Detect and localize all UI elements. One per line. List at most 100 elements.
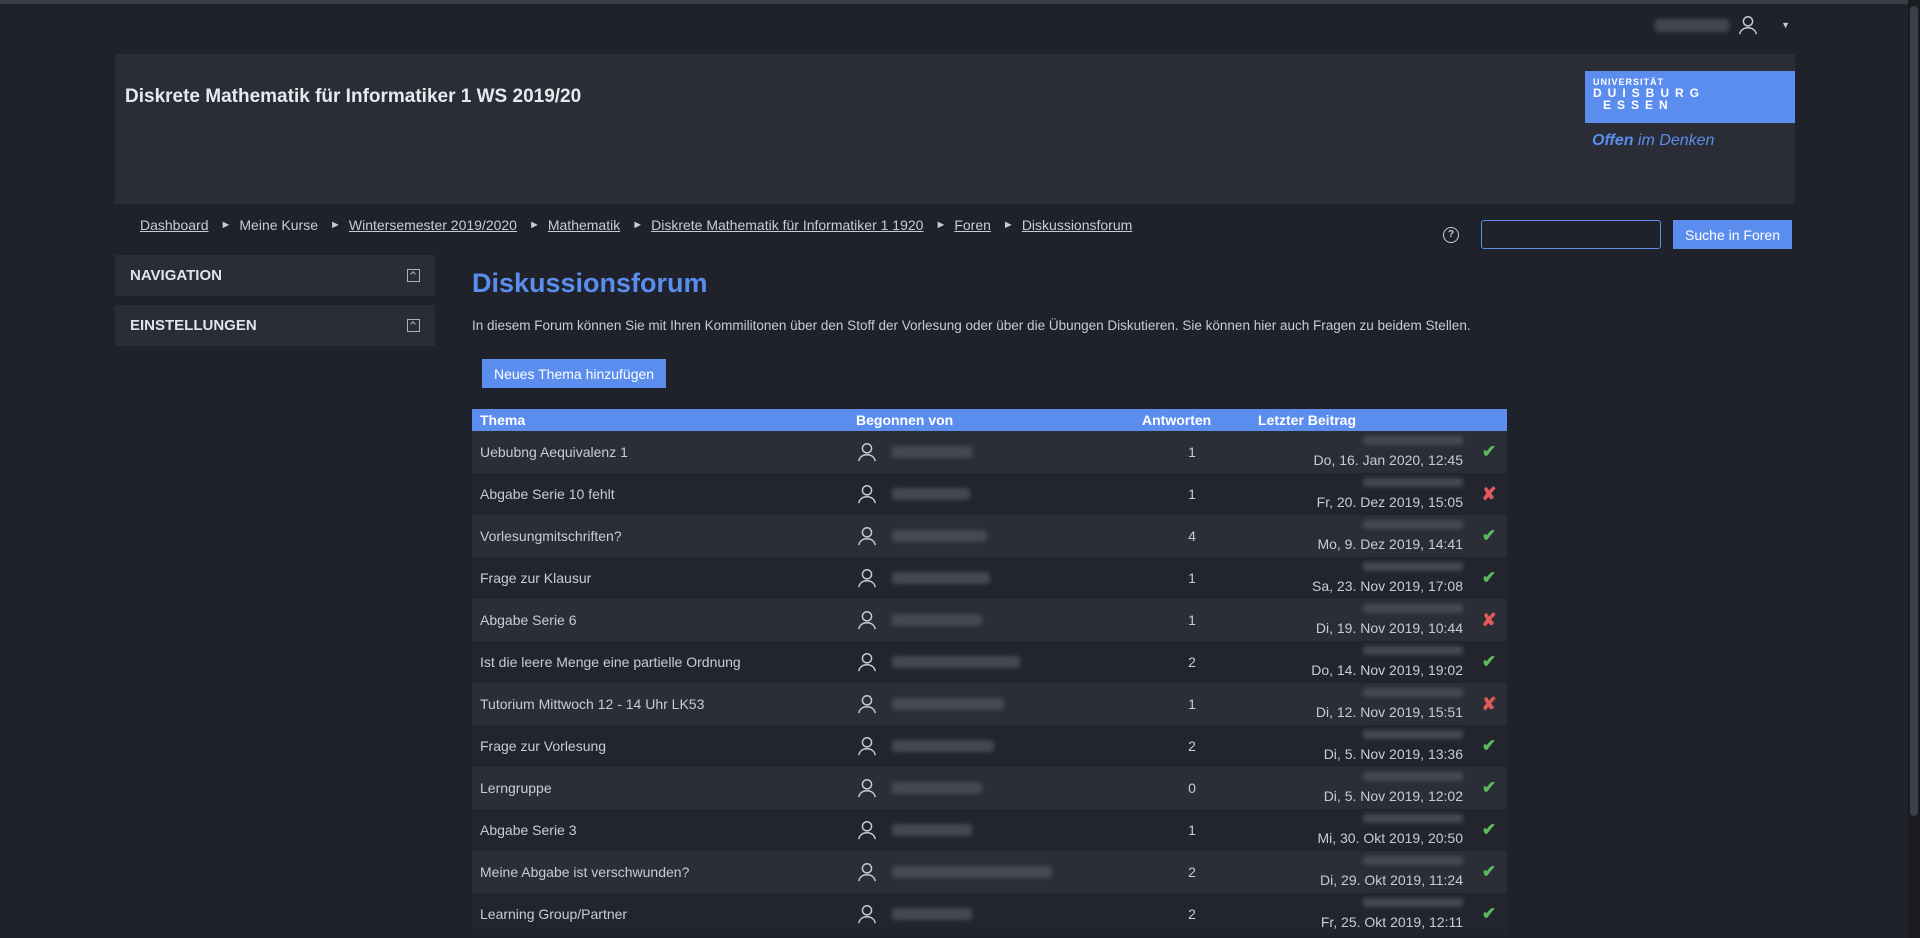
- topic-link[interactable]: Abgabe Serie 6: [472, 599, 848, 641]
- author-name-redacted[interactable]: [892, 572, 990, 584]
- last-post-date[interactable]: Sa, 23. Nov 2019, 17:08: [1312, 578, 1463, 594]
- topic-link[interactable]: Ist die leere Menge eine partielle Ordnu…: [472, 641, 848, 683]
- replies-count[interactable]: 0: [1134, 767, 1250, 809]
- search-forums-button[interactable]: Suche in Foren: [1673, 220, 1792, 249]
- subscribed-check-icon[interactable]: ✔: [1482, 736, 1496, 755]
- replies-count[interactable]: 1: [1134, 557, 1250, 599]
- last-post-date[interactable]: Di, 5. Nov 2019, 12:02: [1324, 788, 1463, 804]
- replies-count[interactable]: 1: [1134, 683, 1250, 725]
- author-name-redacted[interactable]: [892, 446, 972, 458]
- subscribed-check-icon[interactable]: ✔: [1482, 778, 1496, 797]
- topic-link[interactable]: Vorlesungmitschriften?: [472, 515, 848, 557]
- subscribed-check-icon[interactable]: ✔: [1482, 652, 1496, 671]
- user-menu[interactable]: ▼: [1655, 14, 1790, 36]
- replies-count[interactable]: 2: [1134, 851, 1250, 893]
- last-post-author-redacted[interactable]: [1363, 814, 1463, 823]
- last-post-author-redacted[interactable]: [1363, 898, 1463, 907]
- topic-link[interactable]: Frage zur Klausur: [472, 557, 848, 599]
- unsubscribed-cross-icon[interactable]: ✘: [1481, 694, 1496, 714]
- author-name-redacted[interactable]: [892, 866, 1052, 878]
- last-post-date[interactable]: Di, 19. Nov 2019, 10:44: [1316, 620, 1463, 636]
- last-post-author-redacted[interactable]: [1363, 562, 1463, 571]
- last-post-date[interactable]: Do, 16. Jan 2020, 12:45: [1314, 452, 1463, 468]
- last-post-date[interactable]: Do, 14. Nov 2019, 19:02: [1311, 662, 1463, 678]
- header-replies[interactable]: Antworten: [1134, 409, 1250, 431]
- last-post-author-redacted[interactable]: [1363, 856, 1463, 865]
- unsubscribed-cross-icon[interactable]: ✘: [1481, 484, 1496, 504]
- topic-link[interactable]: Lerngruppe: [472, 767, 848, 809]
- breadcrumb-course[interactable]: Diskrete Mathematik für Informatiker 1 1…: [651, 217, 923, 233]
- breadcrumb-forums[interactable]: Foren: [954, 217, 991, 233]
- breadcrumb-dashboard[interactable]: Dashboard: [140, 217, 209, 233]
- table-row[interactable]: Frage zur Klausur 1 Sa, 23. Nov 2019, 17:0…: [472, 557, 1507, 599]
- table-row[interactable]: Vorlesungmitschriften? 4 Mo, 9. Dez 2019, …: [472, 515, 1507, 557]
- replies-count[interactable]: 1: [1134, 599, 1250, 641]
- table-row[interactable]: Tutorium Mittwoch 12 - 14 Uhr LK53 1 Di, 1…: [472, 683, 1507, 725]
- author-name-redacted[interactable]: [892, 698, 1004, 710]
- last-post-author-redacted[interactable]: [1363, 478, 1463, 487]
- author-name-redacted[interactable]: [892, 908, 972, 920]
- replies-count[interactable]: 1: [1134, 431, 1250, 473]
- last-post-author-redacted[interactable]: [1363, 646, 1463, 655]
- header-started-by[interactable]: Begonnen von: [848, 409, 1134, 431]
- settings-block[interactable]: EINSTELLUNGEN: [115, 305, 435, 346]
- topic-link[interactable]: Uebubng Aequivalenz 1: [472, 431, 848, 473]
- table-row[interactable]: Frage zur Vorlesung 2 Di, 5. Nov 2019, 13:…: [472, 725, 1507, 767]
- navigation-block[interactable]: NAVIGATION: [115, 255, 435, 296]
- author-name-redacted[interactable]: [892, 488, 970, 500]
- subscribed-check-icon[interactable]: ✔: [1482, 820, 1496, 839]
- search-input[interactable]: [1481, 220, 1662, 249]
- table-row[interactable]: Meine Abgabe ist verschwunden? 2 Di, 29. O…: [472, 851, 1507, 893]
- last-post-author-redacted[interactable]: [1363, 520, 1463, 529]
- dock-block-icon[interactable]: [407, 319, 420, 332]
- table-row[interactable]: Abgabe Serie 10 fehlt 1 Fr, 20. Dez 2019, …: [472, 473, 1507, 515]
- author-name-redacted[interactable]: [892, 614, 982, 626]
- replies-count[interactable]: 2: [1134, 893, 1250, 935]
- author-name-redacted[interactable]: [892, 782, 982, 794]
- header-last-post[interactable]: Letzter Beitrag: [1250, 409, 1471, 431]
- last-post-date[interactable]: Mo, 9. Dez 2019, 14:41: [1317, 536, 1463, 552]
- replies-count[interactable]: 4: [1134, 515, 1250, 557]
- university-logo[interactable]: UNIVERSITÄT DUISBURG ESSEN Offen im Denk…: [1585, 71, 1795, 150]
- dock-block-icon[interactable]: [407, 269, 420, 282]
- author-name-redacted[interactable]: [892, 740, 994, 752]
- author-name-redacted[interactable]: [892, 530, 987, 542]
- caret-down-icon[interactable]: ▼: [1781, 20, 1790, 30]
- scrollbar-thumb[interactable]: [1910, 6, 1918, 816]
- table-row[interactable]: Abgabe Serie 6 1 Di, 19. Nov 2019, 10:44 ✘: [472, 599, 1507, 641]
- last-post-date[interactable]: Di, 5. Nov 2019, 13:36: [1324, 746, 1463, 762]
- topic-link[interactable]: Frage zur Vorlesung: [472, 725, 848, 767]
- table-row[interactable]: Lerngruppe 0 Di, 5. Nov 2019, 12:02 ✔: [472, 767, 1507, 809]
- replies-count[interactable]: 2: [1134, 641, 1250, 683]
- table-row[interactable]: Abgabe Serie 3 1 Mi, 30. Okt 2019, 20:50 ✔: [472, 809, 1507, 851]
- subscribed-check-icon[interactable]: ✔: [1482, 442, 1496, 461]
- header-topic[interactable]: Thema: [472, 409, 848, 431]
- table-row[interactable]: Uebubng Aequivalenz 1 1 Do, 16. Jan 2020, …: [472, 431, 1507, 473]
- last-post-date[interactable]: Fr, 20. Dez 2019, 15:05: [1317, 494, 1463, 510]
- replies-count[interactable]: 1: [1134, 473, 1250, 515]
- last-post-author-redacted[interactable]: [1363, 772, 1463, 781]
- table-row[interactable]: Ist die leere Menge eine partielle Ordnu…: [472, 641, 1507, 683]
- add-topic-button[interactable]: Neues Thema hinzufügen: [482, 359, 667, 388]
- topic-link[interactable]: Meine Abgabe ist verschwunden?: [472, 851, 848, 893]
- last-post-author-redacted[interactable]: [1363, 730, 1463, 739]
- subscribed-check-icon[interactable]: ✔: [1482, 862, 1496, 881]
- author-name-redacted[interactable]: [892, 824, 972, 836]
- last-post-author-redacted[interactable]: [1363, 436, 1463, 445]
- subscribed-check-icon[interactable]: ✔: [1482, 904, 1496, 923]
- topic-link[interactable]: Abgabe Serie 10 fehlt: [472, 473, 848, 515]
- last-post-date[interactable]: Di, 12. Nov 2019, 15:51: [1316, 704, 1463, 720]
- last-post-author-redacted[interactable]: [1363, 688, 1463, 697]
- topic-link[interactable]: Learning Group/Partner: [472, 893, 848, 935]
- unsubscribed-cross-icon[interactable]: ✘: [1481, 610, 1496, 630]
- table-row[interactable]: Learning Group/Partner 2 Fr, 25. Okt 2019,…: [472, 893, 1507, 935]
- help-icon[interactable]: ?: [1443, 226, 1460, 243]
- replies-count[interactable]: 1: [1134, 809, 1250, 851]
- last-post-date[interactable]: Mi, 30. Okt 2019, 20:50: [1317, 830, 1463, 846]
- replies-count[interactable]: 2: [1134, 725, 1250, 767]
- breadcrumb-semester[interactable]: Wintersemester 2019/2020: [349, 217, 517, 233]
- last-post-date[interactable]: Fr, 25. Okt 2019, 12:11: [1321, 914, 1463, 930]
- breadcrumb-current-forum[interactable]: Diskussionsforum: [1022, 217, 1132, 233]
- page-scrollbar[interactable]: [1908, 0, 1920, 938]
- subscribed-check-icon[interactable]: ✔: [1482, 568, 1496, 587]
